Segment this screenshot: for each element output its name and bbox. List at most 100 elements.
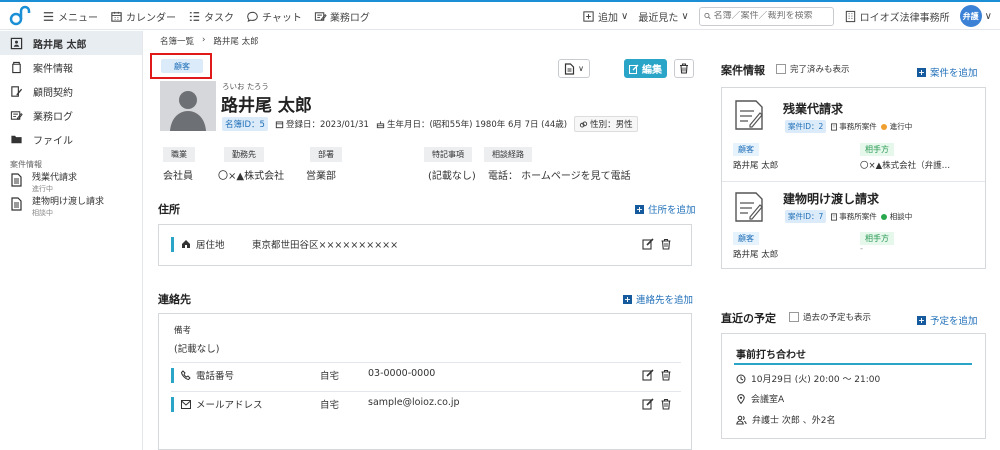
edit-address-button[interactable] [642,238,654,250]
breadcrumb-parent[interactable]: 名簿一覧 [160,35,194,47]
contact-card-icon [10,37,23,49]
registered-date: 登録日：2023/01/31 [275,118,369,130]
edit-button-label: 編集 [642,65,662,76]
document-menu-button[interactable]: ∨ [558,59,590,78]
sidebar: 路井尾 太郎 案件情報 顧問契約 業務ログ ファイル 案件情報 残業代請求 進行… [0,31,143,450]
sidebar-item-label: 顧問契約 [33,87,73,99]
show-done-toggle[interactable]: 完了済みも表示 [776,63,850,75]
chevron-down-icon: ∨ [681,10,689,22]
status-dot [880,124,887,130]
matter-office: 事務所案件 [830,211,877,222]
matter-icon [12,61,21,73]
add-matter-label: 案件を追加 [930,68,978,79]
attr-header-department: 部署 [310,147,342,162]
registered-date-text: 登録日：2023/01/31 [285,120,369,130]
nav-task[interactable]: タスク [188,9,234,24]
document-icon [11,197,22,211]
add-dropdown[interactable]: 追加 ∨ [582,9,628,24]
nav-task-label: タスク [204,12,234,24]
add-contact-link[interactable]: + 連絡先を追加 [623,292,693,306]
contact-note-label: 備考 [174,326,192,336]
logo-icon[interactable] [8,5,32,27]
birthday-icon [376,120,385,128]
nav-chat-label: チャット [262,12,302,24]
edit-button[interactable]: 編集 [624,59,667,78]
sidebar-matter-title: 建物明け渡し請求 [32,197,105,207]
delete-email-button[interactable] [660,398,672,410]
matter-status: 進行中 [880,121,912,132]
sidebar-item-work-log[interactable]: 業務ログ [0,103,142,127]
phone-icon [181,370,191,380]
event-place-text: 会議室A [751,395,785,405]
event-people: 弁護士 次郎 、外2名 [736,413,835,426]
user-menu[interactable]: 弁護 ∨ [959,5,992,27]
birthday-text: 生年月日：(昭和55年) 1980年 6月 7日 (44歳) [386,120,568,130]
add-schedule-link[interactable]: + 予定を追加 [917,313,978,327]
search-input[interactable] [713,11,829,21]
edit-icon [642,398,654,410]
event-title-underline [734,363,972,365]
row-accent-bar [171,397,174,412]
opponent-label: 相手方 [860,232,894,245]
location-pin-icon [737,393,745,404]
attr-header-occupation: 職業 [163,147,195,162]
profile-meta: 名簿ID：5 登録日：2023/01/31 生年月日：(昭和55年) 1980年… [222,116,638,132]
show-done-label: 完了済みも表示 [790,65,850,75]
plus-icon: + [623,294,632,304]
add-address-link[interactable]: + 住所を追加 [635,202,696,216]
recent-dropdown[interactable]: 最近見た ∨ [638,9,688,24]
matter-status-text: 相談中 [889,212,913,221]
event-time: 10月29日 (火) 20:00 ～ 21:00 [736,372,880,385]
gender: 性別：男性 [574,116,638,132]
nav-calendar[interactable]: カレンダー [110,9,176,24]
sidebar-item-contract[interactable]: 顧問契約 [0,79,142,103]
attr-header-employer: 勤務先 [224,147,264,162]
add-matter-link[interactable]: + 案件を追加 [917,65,978,79]
nav-chat[interactable]: チャット [246,9,302,24]
sidebar-item-matters[interactable]: 案件情報 [0,55,142,79]
attr-header-notes: 特記事項 [424,147,472,162]
plus-icon: + [917,315,926,325]
sidebar-item-files[interactable]: ファイル [0,127,142,151]
delete-address-button[interactable] [660,238,672,250]
phone-label: 電話番号 [196,371,235,382]
show-past-checkbox[interactable] [789,312,799,322]
phone-type: 自宅 [320,371,340,382]
matter-id: 案件ID：2 [785,120,827,133]
event-time-text: 10月29日 (火) 20:00 ～ 21:00 [751,375,881,385]
add-address-label: 住所を追加 [648,205,696,216]
contact-divider [171,362,681,363]
status-dot [880,214,887,220]
edit-phone-button[interactable] [642,369,654,381]
calendar-icon [275,120,284,128]
plus-square-icon [583,10,594,22]
delete-phone-button[interactable] [660,369,672,381]
home-icon [182,240,190,248]
gender-icon [579,121,588,127]
sidebar-matter-item[interactable]: 残業代請求 進行中 [0,170,142,194]
profile-photo [160,81,216,131]
contact-divider [171,391,681,392]
sidebar-item-label: 案件情報 [33,63,73,75]
schedule-card[interactable]: 事前打ち合わせ 10月29日 (火) 20:00 ～ 21:00 会議室A 弁護… [721,333,986,439]
client-label: 顧客 [733,232,759,245]
delete-button[interactable] [674,59,694,78]
sidebar-item-profile[interactable]: 路井尾 太郎 [0,31,142,55]
sidebar-item-label: 路井尾 太郎 [33,39,87,51]
show-past-toggle[interactable]: 過去の予定も表示 [789,311,871,323]
sidebar-matter-item[interactable]: 建物明け渡し請求 相談中 [0,194,142,218]
chat-icon [247,11,258,22]
edit-email-button[interactable] [642,398,654,410]
office-switcher[interactable]: ロイオズ法律事務所 [844,9,950,24]
document-icon [564,62,575,75]
nav-menu[interactable]: メニュー [42,9,98,24]
folder-icon [11,135,22,143]
add-contact-label: 連絡先を追加 [636,295,694,306]
sidebar-matter-status: 相談中 [32,209,53,217]
edit-icon [642,238,654,250]
sidebar-section-label: 案件情報 [10,160,42,169]
attr-route: 電話： ホームページを見て電話 [488,171,631,182]
nav-work-log[interactable]: 業務ログ [314,9,370,24]
show-done-checkbox[interactable] [776,64,786,74]
nav-work-log-label: 業務ログ [329,12,370,24]
